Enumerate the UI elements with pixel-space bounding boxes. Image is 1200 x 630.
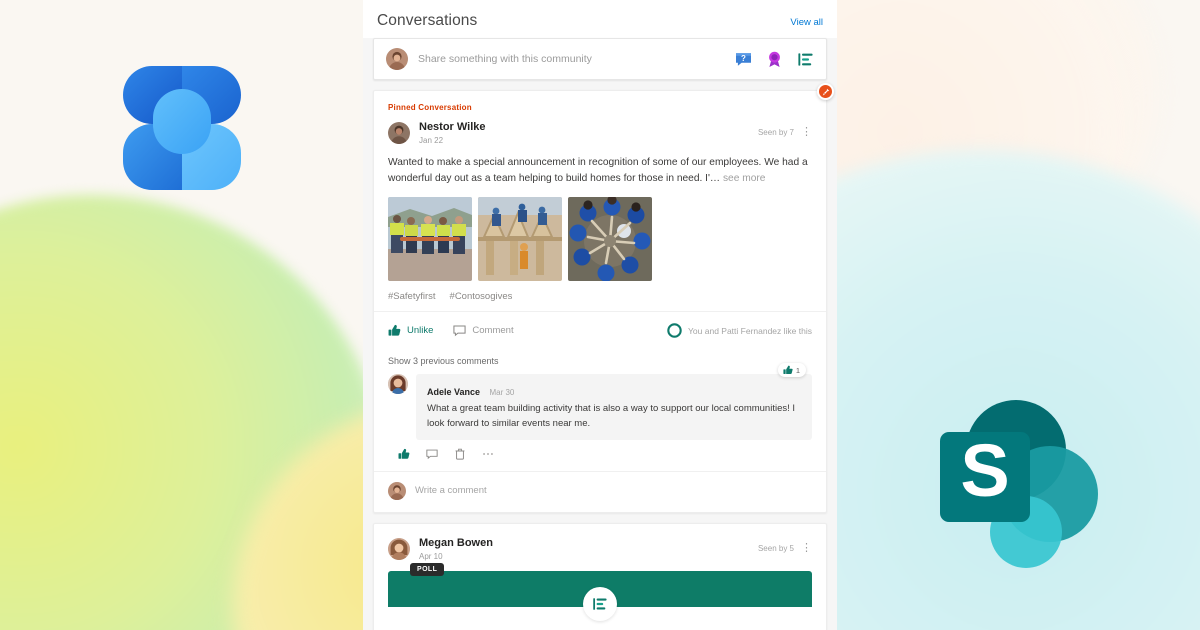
hashtag-contosogives[interactable]: #Contosogives	[450, 291, 513, 302]
seen-by-count: Seen by 7	[757, 128, 794, 138]
poll-type-badge: POLL	[410, 562, 445, 576]
comment-label: Comment	[472, 325, 514, 337]
post-image-team-shovels[interactable]	[568, 197, 652, 282]
comment-like-count-badge[interactable]: 1	[777, 363, 806, 378]
reaction-ring-icon	[667, 323, 682, 339]
feed-header: Conversations View all	[363, 0, 837, 38]
kebab-menu-icon[interactable]: ⋮	[801, 543, 812, 554]
comment-text: What a great team building activity that…	[427, 403, 796, 429]
poll-author-name[interactable]: Megan Bowen	[419, 537, 493, 551]
write-comment-input[interactable]: Write a comment	[415, 485, 487, 496]
post-author-avatar[interactable]	[388, 121, 410, 144]
unlike-label: Unlike	[407, 325, 434, 337]
poll-author-avatar[interactable]	[388, 537, 410, 560]
poll-post-card: Megan Bowen Apr 10 Seen by 5 ⋮ POLL	[373, 522, 827, 630]
comment-author-name[interactable]: Adele Vance	[427, 387, 480, 397]
svg-text:?: ?	[741, 54, 746, 63]
post-image-volunteers[interactable]	[388, 197, 472, 282]
page-title: Conversations	[377, 12, 478, 29]
comment-button[interactable]: Comment	[453, 324, 514, 337]
comment-delete-icon[interactable]	[454, 447, 466, 465]
post-image-gallery	[374, 186, 826, 282]
thumbs-up-icon	[783, 366, 793, 375]
comment-more-icon[interactable]	[482, 447, 494, 465]
composer-toolbar: ?	[735, 51, 814, 68]
comment-date: Mar 30	[489, 388, 515, 398]
post-likers[interactable]: You and Patti Fernandez like this	[667, 323, 812, 339]
post-hashtags: #Safetyfirst #Contosogives	[374, 281, 826, 302]
likers-text: You and Patti Fernandez like this	[688, 325, 812, 336]
question-icon[interactable]: ?	[735, 51, 752, 68]
post-action-bar: Unlike Comment You and Patti Fernandez l…	[374, 311, 826, 348]
sharepoint-logo: S	[930, 398, 1110, 574]
poll-post-header: Megan Bowen Apr 10 Seen by 5 ⋮	[374, 524, 826, 561]
post-header: Nestor Wilke Jan 22 Seen by 7 ⋮	[374, 112, 826, 145]
comment-like-count: 1	[795, 365, 800, 375]
post-author-name[interactable]: Nestor Wilke	[419, 121, 486, 135]
comment-tool-bar	[374, 440, 826, 465]
unlike-button[interactable]: Unlike	[388, 324, 433, 337]
pin-badge[interactable]	[817, 83, 834, 100]
hashtag-safetyfirst[interactable]: #Safetyfirst	[388, 291, 436, 302]
conversations-feed-panel: Conversations View all Share something w…	[363, 0, 837, 630]
comment-reply-icon[interactable]	[426, 447, 438, 465]
comment-author-avatar[interactable]	[388, 374, 408, 395]
poll-seen-by-count: Seen by 5	[757, 544, 794, 554]
pinned-post-card: Pinned Conversation Nestor Wilke Jan 22 …	[373, 83, 834, 513]
poll-banner	[388, 570, 812, 621]
yammer-viva-engage-logo	[120, 58, 246, 198]
show-previous-comments-link[interactable]: Show 3 previous comments	[374, 348, 826, 366]
post-meta: Seen by 7 ⋮	[758, 127, 812, 138]
pinned-conversation-label: Pinned Conversation	[388, 103, 472, 112]
comment-bubble: 1 Adele Vance Mar 30 What a great team b…	[416, 363, 812, 440]
poll-icon	[583, 586, 617, 621]
see-more-link[interactable]: see more	[723, 173, 765, 184]
comment-like-icon[interactable]	[398, 447, 410, 465]
post-composer[interactable]: Share something with this community ?	[373, 38, 827, 80]
poll-icon[interactable]	[797, 51, 814, 68]
comment-item: 1 Adele Vance Mar 30 What a great team b…	[374, 363, 826, 440]
post-date: Jan 22	[419, 135, 444, 145]
post-body: Wanted to make a special announcement in…	[374, 145, 826, 187]
composer-input[interactable]: Share something with this community	[418, 53, 725, 65]
poll-post-date: Apr 10	[419, 551, 443, 561]
thumbs-up-icon	[388, 325, 401, 336]
poll-widget: POLL What topics would you like to see c…	[388, 562, 812, 630]
sharepoint-letter: S	[960, 429, 1009, 512]
write-comment-avatar	[388, 481, 406, 500]
view-all-link[interactable]: View all	[790, 17, 823, 28]
praise-icon[interactable]	[766, 51, 783, 68]
composer-avatar	[386, 48, 408, 70]
comment-icon	[453, 325, 466, 337]
post-image-construction[interactable]	[478, 197, 562, 282]
kebab-menu-icon[interactable]: ⋮	[801, 127, 812, 138]
write-comment-row[interactable]: Write a comment	[374, 470, 826, 512]
poll-post-meta: Seen by 5 ⋮	[758, 543, 812, 554]
